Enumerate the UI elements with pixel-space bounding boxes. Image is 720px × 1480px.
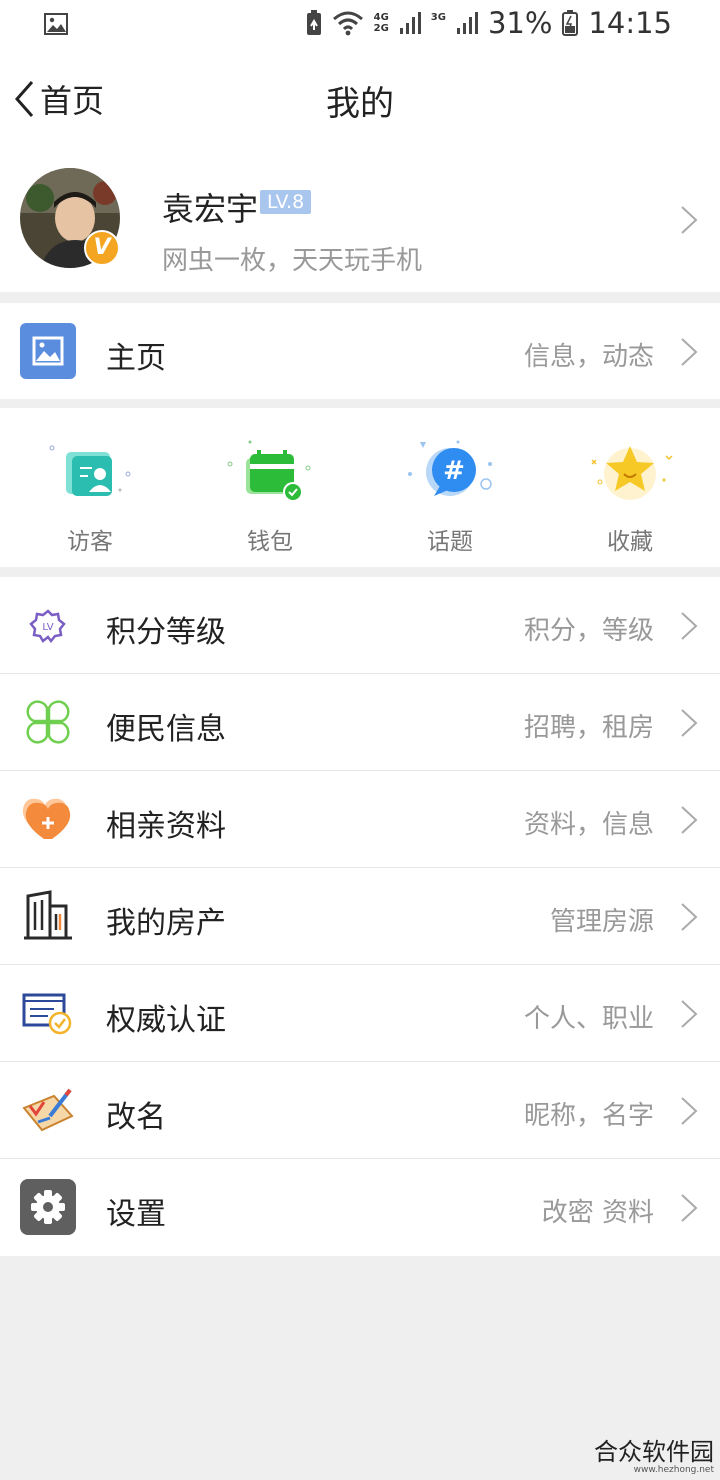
menu-sub: 改密 资料	[541, 1198, 654, 1228]
clock: 14:15	[588, 6, 672, 40]
wifi-icon	[332, 11, 363, 36]
homepage-row[interactable]: 主页 信息，动态	[0, 303, 720, 399]
svg-text:#: #	[443, 456, 465, 486]
signal-icon-2	[456, 12, 478, 34]
menu-label: 相亲资料	[106, 809, 226, 844]
gallery-notification-icon	[44, 13, 68, 35]
chevron-right-icon	[681, 709, 698, 737]
quick-visitor[interactable]: 访客	[0, 408, 180, 567]
visitor-label: 访客	[67, 529, 113, 555]
level-badge-icon: LV	[29, 609, 66, 644]
network-2g-label: 2G	[373, 23, 389, 34]
network-type: 4G 2G	[374, 12, 389, 34]
menu-item-settings[interactable]: 设置 改密 资料	[0, 1159, 720, 1256]
menu-item-convenience-info[interactable]: 便民信息 招聘，租房	[0, 674, 720, 771]
heart-plus-icon	[22, 798, 71, 839]
quick-topic[interactable]: # 话题	[360, 408, 540, 567]
menu-sub: 资料，信息	[523, 810, 654, 840]
visitor-icon	[49, 445, 131, 496]
signal-icon	[399, 12, 421, 34]
quick-wallet[interactable]: 钱包	[180, 408, 360, 567]
user-name: 袁宏宇	[162, 190, 259, 228]
menu-sub: 积分，等级	[523, 616, 654, 646]
menu-label: 设置	[106, 1197, 166, 1232]
homepage-sub: 信息，动态	[523, 342, 654, 372]
chevron-right-icon	[681, 612, 698, 640]
menu-sub: 招聘，租房	[523, 713, 654, 743]
menu-item-my-property[interactable]: 我的房产 管理房源	[0, 868, 720, 965]
menu-label: 便民信息	[106, 712, 226, 747]
wallet-label: 钱包	[247, 529, 293, 555]
battery-percent: 31%	[487, 6, 553, 40]
favorites-label: 收藏	[607, 529, 653, 555]
page-title: 我的	[326, 84, 394, 124]
star-icon	[591, 446, 673, 500]
topic-icon: #	[408, 440, 492, 496]
image-icon	[20, 323, 76, 379]
menu-sub: 管理房源	[549, 907, 654, 937]
chevron-right-icon	[681, 206, 698, 234]
menu-label: 我的房产	[106, 906, 226, 941]
quick-favorites[interactable]: 收藏	[540, 408, 720, 567]
edit-icon	[22, 1088, 74, 1132]
chevron-right-icon	[681, 1194, 698, 1222]
menu-label: 改名	[106, 1100, 166, 1135]
chevron-right-icon	[681, 338, 698, 366]
watermark-title: 合众软件园	[594, 1438, 714, 1466]
clover-icon	[26, 700, 70, 744]
gear-icon	[20, 1179, 76, 1235]
menu-sub: 昵称，名字	[523, 1101, 654, 1131]
level-badge: LV.8	[260, 190, 312, 214]
chevron-right-icon	[681, 1097, 698, 1125]
topic-label: 话题	[427, 529, 473, 555]
svg-text:LV: LV	[42, 622, 53, 633]
wallet-icon	[227, 440, 311, 502]
nav-bar: 首页 我的	[0, 48, 720, 148]
menu-item-rename[interactable]: 改名 昵称，名字	[0, 1062, 720, 1159]
menu-item-certification[interactable]: 权威认证 个人、职业	[0, 965, 720, 1062]
menu-sub: 个人、职业	[523, 1004, 654, 1034]
chevron-right-icon	[681, 903, 698, 931]
menu-label: 积分等级	[106, 615, 226, 650]
watermark: 合众软件园 www.hezhong.net	[594, 1432, 714, 1475]
battery-saver-icon	[306, 10, 321, 35]
network-type-2: 3G	[431, 12, 446, 34]
profile-card[interactable]: V 袁宏宇 LV.8 网虫一枚，天天玩手机	[0, 148, 720, 292]
battery-icon	[562, 10, 579, 36]
status-bar: 4G 2G 3G 31% 14:15	[0, 0, 720, 48]
network-4g-label: 4G	[373, 12, 389, 23]
menu-item-points-level[interactable]: LV 积分等级 积分，等级	[0, 577, 720, 674]
certificate-icon	[22, 993, 72, 1035]
chevron-right-icon	[681, 806, 698, 834]
building-icon	[24, 890, 72, 940]
user-bio: 网虫一枚，天天玩手机	[162, 246, 423, 276]
menu-label: 权威认证	[106, 1003, 226, 1038]
menu-item-dating-profile[interactable]: 相亲资料 资料，信息	[0, 771, 720, 868]
verified-badge: V	[84, 230, 120, 266]
network-3g-label: 3G	[430, 12, 446, 23]
menu-list: LV 积分等级 积分，等级 便民信息 招聘，租房 相亲资料 资料，信息 我的房产…	[0, 577, 720, 1256]
homepage-label: 主页	[106, 341, 166, 376]
chevron-right-icon	[681, 1000, 698, 1028]
quick-actions: 访客 钱包 # 话题 收藏	[0, 408, 720, 567]
